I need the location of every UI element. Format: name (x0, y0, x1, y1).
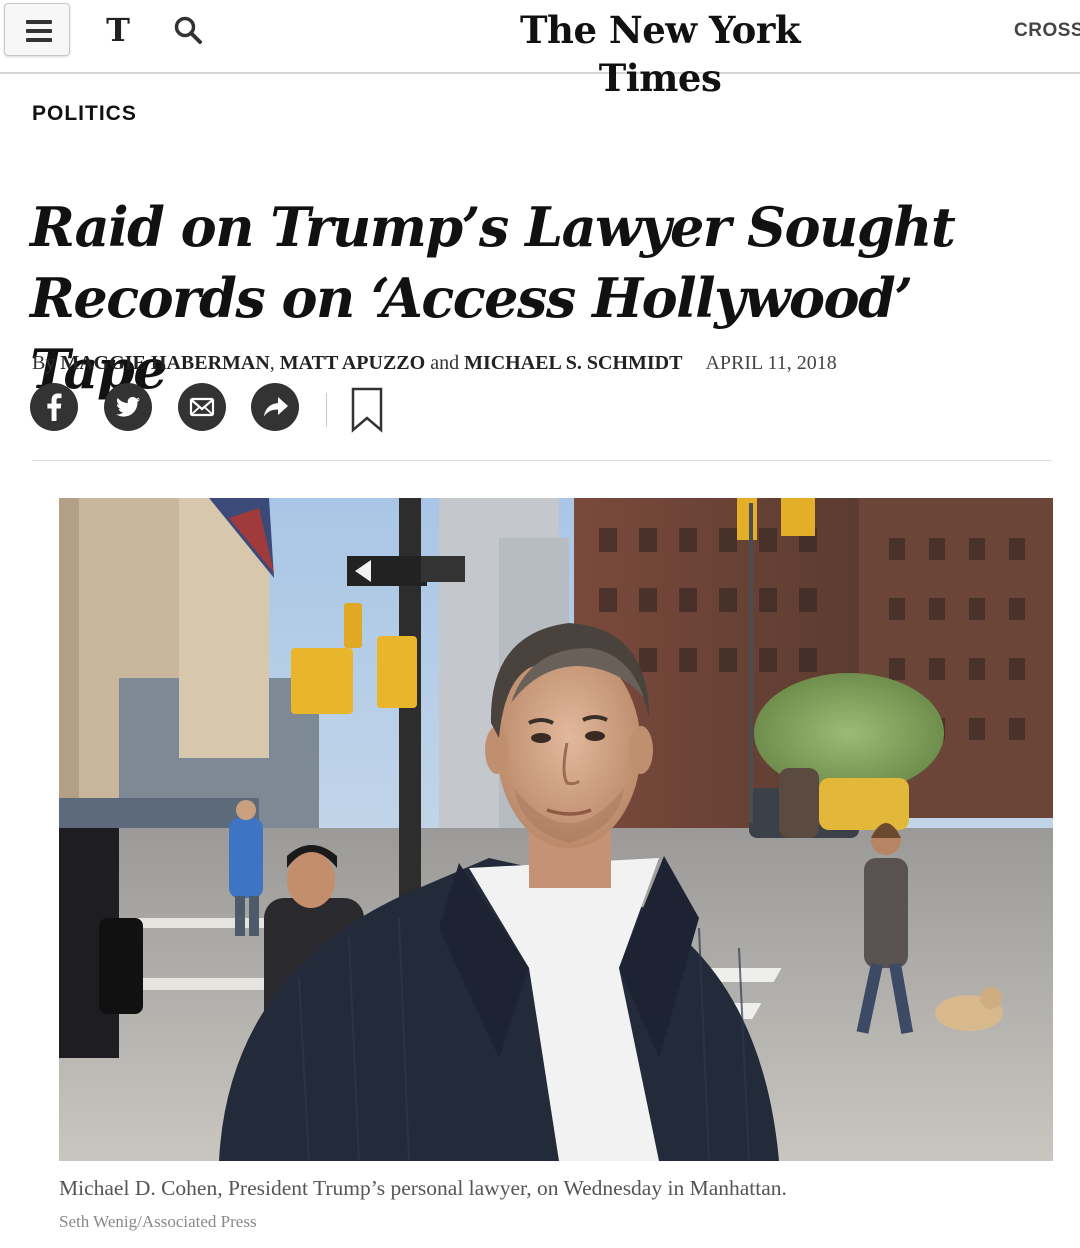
byline-by: By (32, 352, 56, 374)
nyt-t-icon[interactable]: T (100, 10, 136, 50)
byline-separator: , (269, 352, 275, 374)
hamburger-icon-bar (26, 38, 52, 42)
byline: By MAGGIE HABERMAN, MATT APUZZO and MICH… (32, 352, 1052, 375)
share-icon (264, 397, 288, 417)
headline-line-2: Records on ‘Access Hollywood’ Tape (30, 266, 913, 401)
menu-button[interactable] (4, 3, 70, 56)
author-link[interactable]: MATT APUZZO (280, 352, 425, 374)
cross-link[interactable]: CROSS (1014, 20, 1080, 44)
photo-credit: Seth Wenig/Associated Press (59, 1212, 257, 1231)
section-label[interactable]: POLITICS (32, 102, 137, 126)
facebook-share-button[interactable] (30, 383, 78, 431)
hamburger-icon-bar (26, 29, 52, 33)
site-header: T The New York Times CROSS (0, 0, 1080, 100)
author-link[interactable]: MAGGIE HABERMAN (60, 352, 269, 374)
twitter-icon (116, 396, 140, 417)
headline-line-1: Raid on Trump’s Lawyer Sought (30, 195, 956, 259)
lead-photo[interactable] (59, 498, 1053, 1161)
hamburger-icon (26, 20, 52, 24)
share-toolbar (30, 383, 430, 433)
publish-date: APRIL 11, 2018 (705, 352, 837, 374)
lead-photo-image (59, 498, 1053, 1161)
share-divider (326, 393, 327, 427)
facebook-icon (47, 393, 62, 421)
byline-and: and (430, 352, 460, 374)
photo-caption: Michael D. Cohen, President Trump’s pers… (59, 1176, 787, 1200)
search-icon[interactable] (172, 14, 204, 46)
author-link[interactable]: MICHAEL S. SCHMIDT (464, 352, 682, 374)
masthead-logo[interactable]: The New York Times (470, 6, 850, 100)
twitter-share-button[interactable] (104, 383, 152, 431)
email-share-button[interactable] (178, 383, 226, 431)
section-divider (32, 460, 1052, 461)
email-icon (189, 397, 215, 417)
more-share-button[interactable] (251, 383, 299, 431)
bookmark-icon[interactable] (350, 387, 384, 433)
